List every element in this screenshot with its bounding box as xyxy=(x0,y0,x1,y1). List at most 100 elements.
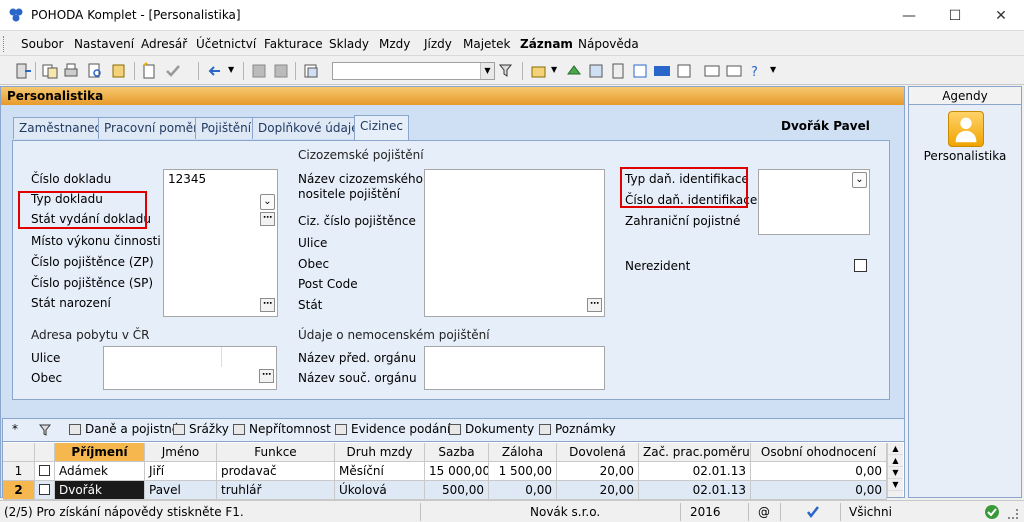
help-icon[interactable]: ? xyxy=(747,62,765,80)
agenda-dropdown-icon[interactable]: ▼ xyxy=(551,65,557,74)
table-icon[interactable] xyxy=(631,62,649,80)
asterisk-icon[interactable]: * xyxy=(12,422,18,436)
save-check-icon[interactable] xyxy=(164,62,182,80)
col-sazba[interactable]: Sazba xyxy=(425,443,489,462)
col-funkce[interactable]: Funkce xyxy=(217,443,335,462)
paste-icon[interactable] xyxy=(302,62,320,80)
chevron-down-icon[interactable]: ▼ xyxy=(480,63,494,79)
menu-soubor[interactable]: Soubor xyxy=(21,37,63,51)
maximize-button[interactable]: ☐ xyxy=(932,0,978,31)
scroll-down-icon[interactable]: ▼ xyxy=(888,467,903,479)
personalistika-person-icon[interactable] xyxy=(948,111,984,147)
col-druh-mzdy[interactable]: Druh mzdy xyxy=(335,443,425,462)
tab-doplnkove-udaje[interactable]: Doplňkové údaje xyxy=(252,117,365,139)
calculator-icon[interactable] xyxy=(587,62,605,80)
stat-picker[interactable]: ⋯ xyxy=(587,298,602,312)
iban-icon[interactable] xyxy=(653,62,671,80)
print-preview-icon[interactable] xyxy=(86,62,104,80)
note-icon xyxy=(539,424,551,435)
col-zac-prac-pomeru[interactable]: Zač. prac.poměru xyxy=(639,443,751,462)
filter-icon[interactable] xyxy=(498,62,516,80)
delete-icon[interactable] xyxy=(250,62,268,80)
window-icon[interactable] xyxy=(703,62,721,80)
status-help: (2/5) Pro získání nápovědy stiskněte F1. xyxy=(4,505,244,519)
stat-narozeni-picker[interactable]: ⋯ xyxy=(260,298,275,312)
row-checkbox[interactable] xyxy=(39,465,50,476)
dan-identifikace-fields[interactable]: ⌄ xyxy=(758,169,870,235)
ok-circle-icon[interactable] xyxy=(984,504,1000,520)
col-zaloha[interactable]: Záloha xyxy=(489,443,557,462)
menu-napoveda[interactable]: Nápověda xyxy=(578,37,639,51)
tab-pracovni-pomer[interactable]: Pracovní poměr xyxy=(98,117,205,139)
typ-dokladu-dropdown[interactable]: ⌄ xyxy=(260,194,275,210)
menu-fakturace[interactable]: Fakturace xyxy=(264,37,323,51)
row-checkbox[interactable] xyxy=(39,484,50,495)
agenda-folder-icon[interactable] xyxy=(530,62,548,80)
tab-cizinec[interactable]: Cizinec xyxy=(354,115,409,140)
col-dovolena[interactable]: Dovolená xyxy=(557,443,639,462)
tab-zamestnanec[interactable]: Zaměstnanec xyxy=(13,117,108,139)
cizozemske-section-title: Cizozemské pojištění xyxy=(298,148,424,162)
doklad-fields[interactable]: 12345 ⌄ ⋯ ⋯ xyxy=(163,169,278,317)
report-icon[interactable] xyxy=(725,62,743,80)
back-arrow-icon[interactable] xyxy=(206,62,224,80)
label-ulice: Ulice xyxy=(298,236,328,250)
subtabs-bar: * Daně a pojistné Srážky Nepřítomnost Ev… xyxy=(3,419,904,442)
nerezident-checkbox[interactable] xyxy=(854,259,867,272)
menu-jizdy[interactable]: Jízdy xyxy=(424,37,452,51)
menu-majetek[interactable]: Majetek xyxy=(463,37,510,51)
subtab-nepritomnost[interactable]: Nepřítomnost xyxy=(233,422,331,440)
tab-grid-icon xyxy=(335,424,347,435)
menu-adresar[interactable]: Adresář xyxy=(141,37,187,51)
copy-record-icon[interactable] xyxy=(41,62,59,80)
adresa-fields[interactable]: ⋯ xyxy=(103,346,277,390)
table-row[interactable]: 1 Adámek Jiří prodavač Měsíční 15 000,00… xyxy=(3,462,887,481)
close-button[interactable]: ✕ xyxy=(978,0,1024,31)
menu-zaznam[interactable]: Záznam xyxy=(520,37,573,51)
tab-pojisteni[interactable]: Pojištění xyxy=(195,117,258,139)
subtab-evidence-podani[interactable]: Evidence podání xyxy=(335,422,450,440)
subtab-srazky[interactable]: Srážky xyxy=(173,422,229,440)
back-dropdown-icon[interactable]: ▼ xyxy=(228,65,234,74)
label-stat: Stát xyxy=(298,298,323,312)
agendy-title: Agendy xyxy=(909,87,1021,105)
list-icon[interactable] xyxy=(675,62,693,80)
scroll-up-icon[interactable]: ▲ xyxy=(888,455,903,467)
subtab-dokumenty[interactable]: Dokumenty xyxy=(449,422,534,440)
col-prijmeni[interactable]: Příjmení xyxy=(55,443,145,462)
table-scrollbar[interactable]: ▲ ▲ ▼ ▼ xyxy=(887,443,903,497)
menu-ucetnictvi[interactable]: Účetnictví xyxy=(196,37,256,51)
minimize-button[interactable]: — xyxy=(886,0,932,31)
stat-vydani-picker[interactable]: ⋯ xyxy=(260,212,275,226)
exit-agenda-icon[interactable] xyxy=(14,62,32,80)
payment-icon[interactable] xyxy=(565,62,583,80)
obec-picker[interactable]: ⋯ xyxy=(259,369,274,383)
menu-mzdy[interactable]: Mzdy xyxy=(379,37,410,51)
calculator2-icon[interactable] xyxy=(609,62,627,80)
menu-sklady[interactable]: Sklady xyxy=(329,37,369,51)
new-record-icon[interactable] xyxy=(140,62,158,80)
resize-grip-icon[interactable] xyxy=(1008,509,1018,519)
disk-icon[interactable] xyxy=(272,62,290,80)
cizozemske-fields[interactable]: ⋯ xyxy=(424,169,605,317)
scroll-bottom-icon[interactable]: ▼ xyxy=(888,479,903,491)
scroll-top-icon[interactable]: ▲ xyxy=(888,443,903,455)
agendy-item-personalistika[interactable]: Personalistika xyxy=(909,149,1021,163)
subtab-dane-a-pojistne[interactable]: Daně a pojistné xyxy=(69,422,179,440)
menu-nastaveni[interactable]: Nastavení xyxy=(74,37,134,51)
quick-filter-combo[interactable]: ▼ xyxy=(332,62,495,80)
print-icon[interactable] xyxy=(62,62,80,80)
table-row[interactable]: 2 Dvořák Pavel truhlář Úkolová 500,00 0,… xyxy=(3,481,887,500)
label-nazev-souc-organu: Název souč. orgánu xyxy=(298,371,417,385)
nemocenske-fields[interactable] xyxy=(424,346,605,390)
label-ulice-cr: Ulice xyxy=(31,351,61,365)
adresa-section-title: Adresa pobytu v ČR xyxy=(31,328,150,342)
col-osobni-ohodnoceni[interactable]: Osobní ohodnocení xyxy=(751,443,887,462)
check-icon[interactable] xyxy=(806,505,820,519)
col-jmeno[interactable]: Jméno xyxy=(145,443,217,462)
typ-dan-dropdown[interactable]: ⌄ xyxy=(852,172,867,188)
help-dropdown-icon[interactable]: ▼ xyxy=(770,65,776,74)
export-icon[interactable] xyxy=(110,62,128,80)
filter-icon[interactable] xyxy=(39,424,51,436)
subtab-poznamky[interactable]: Poznámky xyxy=(539,422,616,440)
